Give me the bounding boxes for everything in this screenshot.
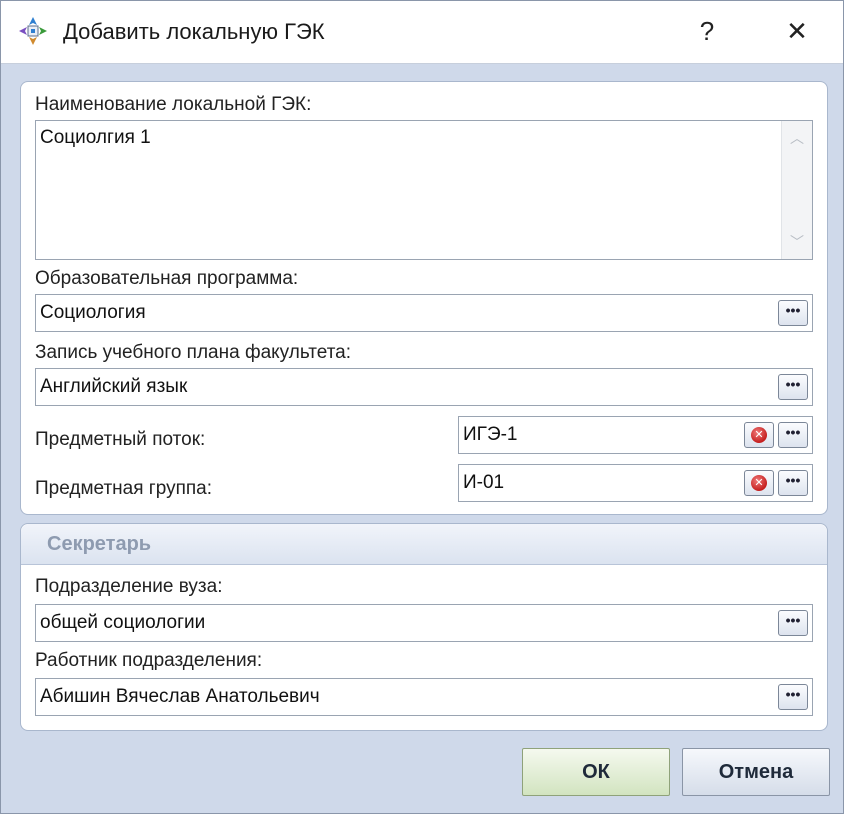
group-clear-button[interactable]: ✕	[744, 470, 774, 496]
name-value: Социолгия 1	[40, 127, 151, 148]
dialog-window: Добавить локальную ГЭК ? ✕ Наименование …	[0, 0, 844, 814]
group-label: Предметная группа:	[35, 478, 212, 499]
plan-field[interactable]: Английский язык •••	[35, 368, 813, 406]
program-field[interactable]: Социология •••	[35, 294, 813, 332]
textarea-scrollbar[interactable]: ︿ ﹀	[781, 121, 812, 259]
close-button[interactable]: ✕	[775, 11, 819, 51]
title-bar: Добавить локальную ГЭК ? ✕	[1, 1, 843, 64]
secretary-panel: Секретарь Подразделение вуза: общей соци…	[20, 523, 828, 731]
cancel-button[interactable]: Отмена	[682, 748, 830, 796]
program-label: Образовательная программа:	[35, 268, 299, 289]
employee-ellipsis-button[interactable]: •••	[778, 684, 808, 710]
dept-value: общей социологии	[40, 612, 206, 633]
clear-icon: ✕	[751, 475, 767, 491]
help-button[interactable]: ?	[685, 11, 729, 51]
employee-label: Работник подразделения:	[35, 650, 263, 671]
stream-label: Предметный поток:	[35, 429, 206, 450]
app-icon	[19, 17, 47, 45]
employee-value: Абишин Вячеслав Анатольевич	[40, 686, 320, 707]
ellipsis-icon: •••	[785, 686, 801, 702]
group-value: И-01	[463, 472, 505, 493]
name-label: Наименование локальной ГЭК:	[35, 94, 312, 115]
main-panel: Наименование локальной ГЭК: Социолгия 1 …	[20, 81, 828, 515]
dept-ellipsis-button[interactable]: •••	[778, 610, 808, 636]
window-title: Добавить локальную ГЭК	[63, 19, 325, 44]
program-ellipsis-button[interactable]: •••	[778, 300, 808, 326]
stream-value: ИГЭ-1	[463, 424, 518, 445]
employee-field[interactable]: Абишин Вячеслав Анатольевич •••	[35, 678, 813, 716]
dept-label: Подразделение вуза:	[35, 576, 223, 597]
plan-value: Английский язык	[40, 376, 188, 397]
ellipsis-icon: •••	[785, 424, 801, 440]
group-ellipsis-button[interactable]: •••	[778, 470, 808, 496]
secretary-title: Секретарь	[47, 533, 152, 555]
ellipsis-icon: •••	[785, 612, 801, 628]
scroll-down-icon[interactable]: ﹀	[782, 231, 812, 253]
ok-button[interactable]: ОК	[522, 748, 670, 796]
clear-icon: ✕	[751, 427, 767, 443]
secretary-header[interactable]: Секретарь	[21, 524, 827, 565]
stream-ellipsis-button[interactable]: •••	[778, 422, 808, 448]
stream-field[interactable]: ИГЭ-1 ✕ •••	[458, 416, 813, 454]
program-value: Социология	[40, 302, 146, 323]
ellipsis-icon: •••	[785, 472, 801, 488]
group-field[interactable]: И-01 ✕ •••	[458, 464, 813, 502]
name-textarea[interactable]: Социолгия 1 ︿ ﹀	[35, 120, 813, 260]
ellipsis-icon: •••	[785, 376, 801, 392]
scroll-up-icon[interactable]: ︿	[782, 127, 812, 149]
plan-ellipsis-button[interactable]: •••	[778, 374, 808, 400]
plan-label: Запись учебного плана факультета:	[35, 342, 352, 363]
ellipsis-icon: •••	[785, 302, 801, 318]
dept-field[interactable]: общей социологии •••	[35, 604, 813, 642]
stream-clear-button[interactable]: ✕	[744, 422, 774, 448]
